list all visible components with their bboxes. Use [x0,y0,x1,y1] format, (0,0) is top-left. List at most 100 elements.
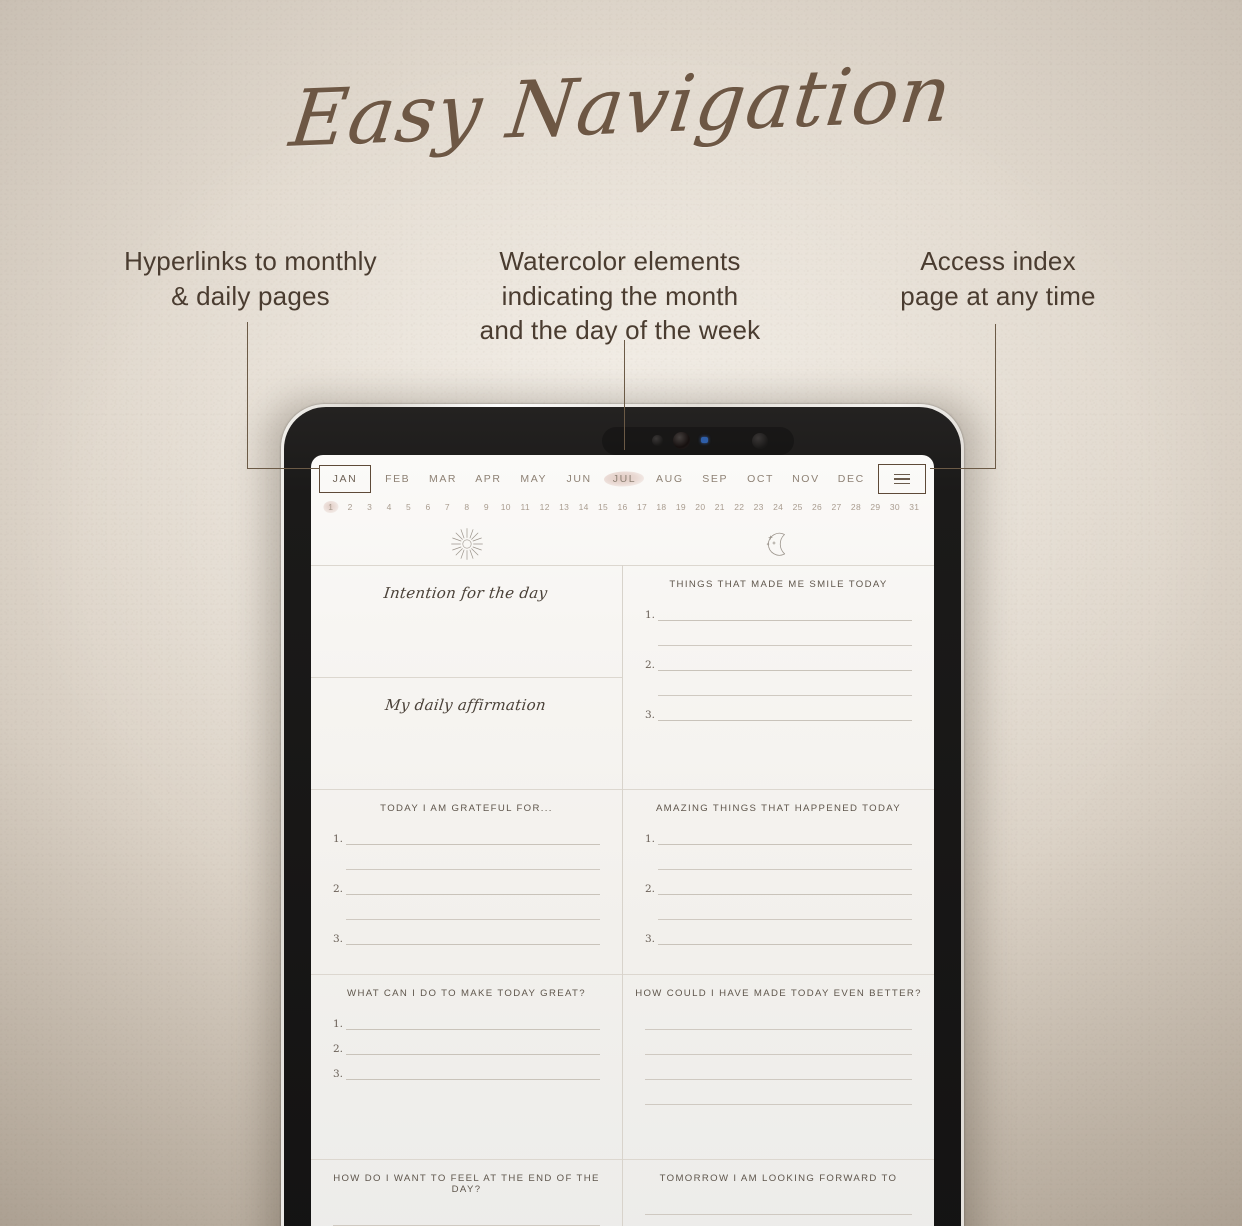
section-write-area[interactable]: 1. 2. 3. [623,818,934,955]
numbered-write-line[interactable]: 1. [333,1005,600,1030]
day-tab-25[interactable]: 25 [788,499,807,515]
month-tab-aug[interactable]: AUG [647,467,692,491]
day-tab-22[interactable]: 22 [730,499,749,515]
day-tab-5[interactable]: 5 [399,499,418,515]
camera-indicator-led [701,437,708,443]
day-tab-11[interactable]: 11 [516,499,535,515]
blank-write-line[interactable] [658,845,912,870]
month-tab-nov[interactable]: NOV [783,467,828,491]
day-tab-26[interactable]: 26 [807,499,826,515]
numbered-write-line[interactable]: 2. [333,870,600,895]
section-write-area[interactable] [311,606,622,618]
leader-line-left-vertical [247,322,248,469]
month-tab-apr[interactable]: APR [466,467,511,491]
day-tab-29[interactable]: 29 [866,499,885,515]
blank-write-line[interactable] [645,1215,912,1226]
section-write-area[interactable] [311,1199,622,1226]
month-tab-feb[interactable]: FEB [375,467,420,491]
day-tab-15[interactable]: 15 [593,499,612,515]
day-tab-4[interactable]: 4 [379,499,398,515]
line-number: 3. [645,932,656,945]
day-tab-18[interactable]: 18 [652,499,671,515]
numbered-write-line[interactable]: 1. [645,596,912,621]
numbered-write-line[interactable]: 3. [333,920,600,945]
blank-write-line[interactable] [346,845,600,870]
line-number: 1. [333,832,344,845]
section-write-area[interactable] [623,1188,934,1226]
day-tab-13[interactable]: 13 [554,499,573,515]
month-tab-sep[interactable]: SEP [693,467,738,491]
section-write-area[interactable]: 1. 2. 3. [623,594,934,731]
month-tab-mar[interactable]: MAR [420,467,465,491]
section-write-area[interactable]: 1. 2. 3. [311,818,622,955]
day-tab-16[interactable]: 16 [613,499,632,515]
blank-write-line[interactable] [658,671,912,696]
day-tab-label: 7 [444,502,450,512]
numbered-write-line[interactable]: 1. [645,820,912,845]
section-write-area[interactable]: 1. 2. 3. [311,1003,622,1090]
day-tab-23[interactable]: 23 [749,499,768,515]
annotation-line: indicating the month [501,280,739,311]
day-tab-label: 12 [539,502,550,512]
blank-write-line[interactable] [645,1190,912,1215]
numbered-write-line[interactable]: 2. [645,870,912,895]
day-tab-20[interactable]: 20 [691,499,710,515]
month-tab-label: JUN [566,473,592,485]
blank-write-line[interactable] [645,1030,912,1055]
day-tab-12[interactable]: 12 [535,499,554,515]
day-tab-19[interactable]: 19 [671,499,690,515]
day-tab-24[interactable]: 24 [768,499,787,515]
planner-section: WHAT CAN I DO TO MAKE TODAY GREAT? 1. 2. 3. [311,974,622,1159]
leader-line-left-horizontal [247,468,320,469]
day-tab-9[interactable]: 9 [477,499,496,515]
day-tab-30[interactable]: 30 [885,499,904,515]
day-tab-label: 2 [347,502,353,512]
blank-write-line[interactable] [645,1080,912,1105]
blank-write-line[interactable] [645,1005,912,1030]
day-tab-6[interactable]: 6 [418,499,437,515]
blank-write-line[interactable] [346,895,600,920]
day-nav[interactable]: 1 2 3 4 5 6 7 8 9 10 11 12 13 14 15 16 17 18 19 20 21 22 23 24 2… [321,499,924,515]
annotation-line: Access index [920,246,1076,276]
month-tab-may[interactable]: MAY [511,467,556,491]
day-tab-21[interactable]: 21 [710,499,729,515]
day-tab-label: 10 [500,502,511,512]
numbered-write-line[interactable]: 3. [645,920,912,945]
day-tab-label: 6 [425,502,431,512]
numbered-write-line[interactable]: 3. [645,696,912,721]
blank-write-line[interactable] [333,1201,600,1226]
month-tab-jan[interactable]: JAN [319,465,371,493]
day-tab-label: 22 [734,502,745,512]
month-tab-jun[interactable]: JUN [556,467,601,491]
line-number: 1. [333,1017,344,1030]
section-write-area[interactable] [623,1003,934,1115]
blank-write-line[interactable] [658,895,912,920]
blank-write-line[interactable] [645,1055,912,1080]
section-title: Intention for the day [382,584,549,602]
day-tab-27[interactable]: 27 [827,499,846,515]
numbered-write-line[interactable]: 2. [333,1030,600,1055]
numbered-write-line[interactable]: 1. [333,820,600,845]
line-number: 3. [645,708,656,721]
day-tab-10[interactable]: 10 [496,499,515,515]
month-tab-dec[interactable]: DEC [829,467,874,491]
index-page-button[interactable] [877,464,926,494]
day-tab-8[interactable]: 8 [457,499,476,515]
month-tab-oct[interactable]: OCT [738,467,783,491]
day-tab-2[interactable]: 2 [340,499,359,515]
day-tab-3[interactable]: 3 [360,499,379,515]
section-write-area[interactable] [311,718,622,730]
blank-write-line[interactable] [658,621,912,646]
day-tab-1[interactable]: 1 [321,499,340,515]
numbered-write-line[interactable]: 3. [333,1055,600,1080]
month-tab-jul[interactable]: JUL [602,467,647,491]
numbered-write-line[interactable]: 2. [645,646,912,671]
day-tab-label: 8 [464,502,470,512]
month-nav[interactable]: JAN FEB MAR APR MAY JUN JUL AUG SEP OCT NOV DEC [319,461,926,497]
moon-icon [623,523,935,565]
day-tab-14[interactable]: 14 [574,499,593,515]
day-tab-31[interactable]: 31 [905,499,924,515]
day-tab-7[interactable]: 7 [438,499,457,515]
day-tab-17[interactable]: 17 [632,499,651,515]
day-tab-28[interactable]: 28 [846,499,865,515]
